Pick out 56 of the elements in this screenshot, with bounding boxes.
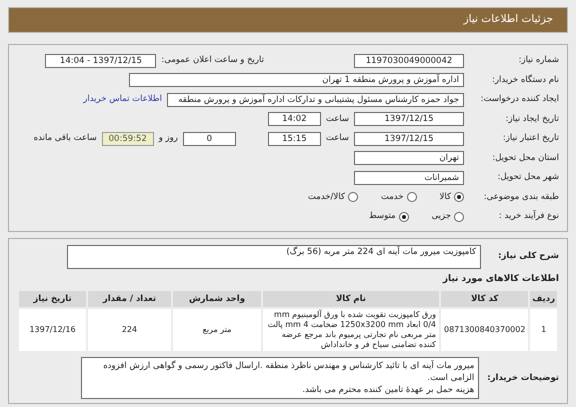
field-label: شهر محل تحویل: (496, 171, 559, 184)
radio-button[interactable] (454, 192, 464, 202)
column-header: واحد شمارش (172, 290, 262, 308)
section-title: اطلاعات کالاهای مورد نیاز (442, 272, 559, 286)
text-field[interactable]: تهران (354, 151, 464, 166)
column-header: کد کالا (440, 290, 530, 308)
text-field[interactable]: 1397/12/15 - 14:04 (45, 54, 156, 68)
field-label: تاریخ اعتبار نیاز: (502, 132, 559, 146)
text-field[interactable]: کامپوزیت میرور مات آینه ای 224 متر مربه (56 برگ) (67, 244, 481, 268)
radio-button[interactable] (454, 212, 464, 222)
table-cell: ورق کامپوزیت تقویت شده با ورق آلومینیوم mm 0/4 ابعاد 1250x3200 mm ضخامت 4 mm پالت متر مربعی نام تجارتی پرمیوم باند مرجع عرضه کننده تضامنی سیاح فر و خانداداش (262, 308, 440, 352)
field-label: طبقه بندی موضوعی: (482, 190, 559, 204)
table-cell: 0871300840370002 (440, 308, 530, 352)
column-header: نام کالا (262, 290, 440, 308)
field-label: ساعت (326, 112, 349, 126)
field-label: توضیحات خریدار: (487, 372, 559, 384)
text-field[interactable]: 15:15 (268, 132, 321, 146)
radio-label: خدمت (380, 190, 404, 204)
table-cell: 1 (529, 308, 558, 352)
column-header: تاریخ نیاز (18, 290, 87, 308)
field-label: ساعت باقی مانده (34, 132, 97, 146)
page-title: جزئیات اطلاعات نیاز (464, 12, 553, 28)
text-field[interactable]: شمیرانات (354, 170, 464, 185)
countdown-field: 00:59:52 (102, 132, 154, 146)
radio-label: متوسط (368, 210, 396, 224)
radio-label: جزیی (432, 210, 451, 224)
table-cell: متر مربع (172, 308, 262, 352)
field-label: شرح کلی نیاز: (497, 250, 559, 263)
field-label: نوع فرآیند خرید : (498, 210, 559, 224)
notes-text: میرور مات آینه ای با تائید کارشناس و مهندس ناظرذ منطقه .اراسال فاکتور رسمی و گواهی ارزش افزوده الزامی است. (102, 360, 474, 384)
text-field[interactable]: 14:02 (268, 112, 321, 126)
field-label: نام دستگاه خریدار: (491, 74, 559, 87)
field-label: ایجاد کننده درخواست: (480, 93, 559, 106)
radio-button[interactable] (348, 192, 358, 202)
radio-button[interactable] (406, 192, 417, 202)
column-header: ردیف (529, 290, 558, 308)
field-label: استان محل تحویل: (491, 152, 559, 165)
text-field[interactable]: اداره آموزش و پرورش منطقه 1 تهران (129, 73, 464, 88)
text-field[interactable]: جواد حمزه کارشناس مسئول پشتیبانی و تدارکات اداره آموزش و پرورش منطقه (167, 92, 464, 107)
text-field[interactable]: 0 (182, 132, 236, 146)
notes-text: هزینه حمل بر عهدۀ تامین کننده محترم می باشد. (301, 384, 474, 396)
radio-label: کالا/خدمت (308, 190, 345, 204)
radio-label: کالا (440, 190, 451, 204)
field-label: تاریخ و ساعت اعلان عمومی: (161, 54, 264, 68)
field-label: ساعت (326, 132, 349, 146)
radio-button[interactable] (398, 212, 409, 222)
table-cell: 1397/12/16 (18, 308, 87, 352)
contact-link[interactable]: اطلاعات تماس خریدار (83, 93, 162, 106)
table-cell: 224 (86, 308, 172, 352)
text-field[interactable]: 1397/12/15 (354, 132, 464, 146)
field-label: روز و (158, 132, 178, 146)
column-header: تعداد / مقدار (86, 290, 172, 308)
text-field[interactable]: 1397/12/15 (354, 112, 464, 126)
field-label: شماره نیاز: (518, 54, 559, 68)
text-field[interactable]: 1197030049000042 (354, 54, 464, 68)
field-label: تاریخ ایجاد نیاز: (504, 112, 559, 126)
